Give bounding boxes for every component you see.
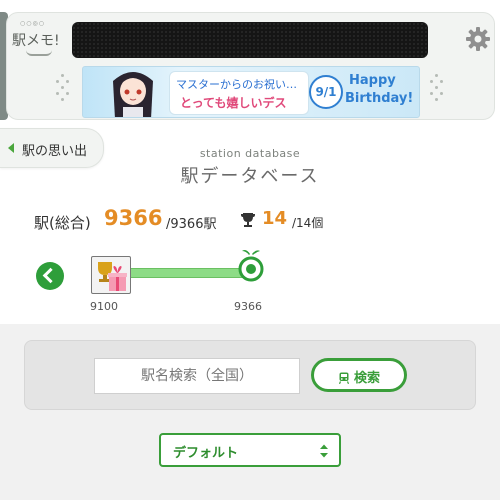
collection-stats: 駅(総合) 9366 /9366駅 14 /14個 — [34, 206, 474, 236]
banner-birthday-text: Birthday! — [345, 91, 414, 106]
sort-selected-value: デフォルト — [173, 446, 239, 461]
character-illustration — [113, 72, 153, 117]
station-total-label: 駅(総合) — [34, 214, 91, 232]
logo-text: 駅メモ! — [12, 33, 60, 49]
previous-milestone-button[interactable] — [36, 262, 64, 290]
birthday-banner[interactable]: マスターからのお祝い… とっても嬉しいデス 9/1 Happy Birthday… — [82, 66, 420, 118]
app-root: ○○◎○ 駅メモ! マスターからのお祝い… とっても嬉しいデス 9/1 Happ… — [0, 0, 500, 500]
banner-message-line2: とっても嬉しいデス — [180, 96, 287, 110]
train-icon — [338, 369, 350, 385]
banner-message-line1: マスターからのお祝い… — [176, 78, 297, 91]
app-logo: ○○◎○ 駅メモ! — [12, 20, 70, 64]
logo-underline — [26, 50, 52, 56]
gear-icon[interactable] — [465, 26, 491, 52]
speaker-grille-right — [430, 74, 444, 104]
reward-gift-icon[interactable] — [91, 256, 131, 294]
led-ticker-display — [72, 22, 428, 58]
station-search-input[interactable]: 駅名検索（全国） — [94, 358, 300, 394]
progress-track — [130, 268, 248, 278]
logo-dots: ○○◎○ — [20, 20, 45, 27]
search-button[interactable]: 検索 — [311, 358, 407, 392]
progress-end-value: 9366 — [234, 300, 262, 313]
trophy-count: 14 — [262, 208, 288, 229]
chevron-updown-icon — [319, 443, 329, 459]
station-count: 9366 — [104, 206, 163, 230]
page-title: 駅データベース — [180, 166, 320, 187]
current-progress-marker — [236, 248, 266, 282]
page-subtitle: station database — [199, 147, 301, 160]
progress-start-value: 9100 — [90, 300, 118, 313]
top-header: ○○◎○ 駅メモ! マスターからのお祝い… とっても嬉しいデス 9/1 Happ… — [0, 0, 500, 125]
banner-happy-text: Happy — [349, 73, 396, 88]
trophy-total: /14個 — [292, 216, 324, 230]
speaker-grille-left — [56, 74, 70, 104]
station-total: /9366駅 — [166, 217, 217, 232]
banner-message-box: マスターからのお祝い… とっても嬉しいデス — [169, 71, 309, 115]
search-button-label: 検索 — [354, 371, 381, 386]
banner-date: 9/1 — [309, 75, 343, 109]
trophy-icon — [240, 212, 256, 228]
sort-order-select[interactable]: デフォルト — [159, 433, 341, 467]
